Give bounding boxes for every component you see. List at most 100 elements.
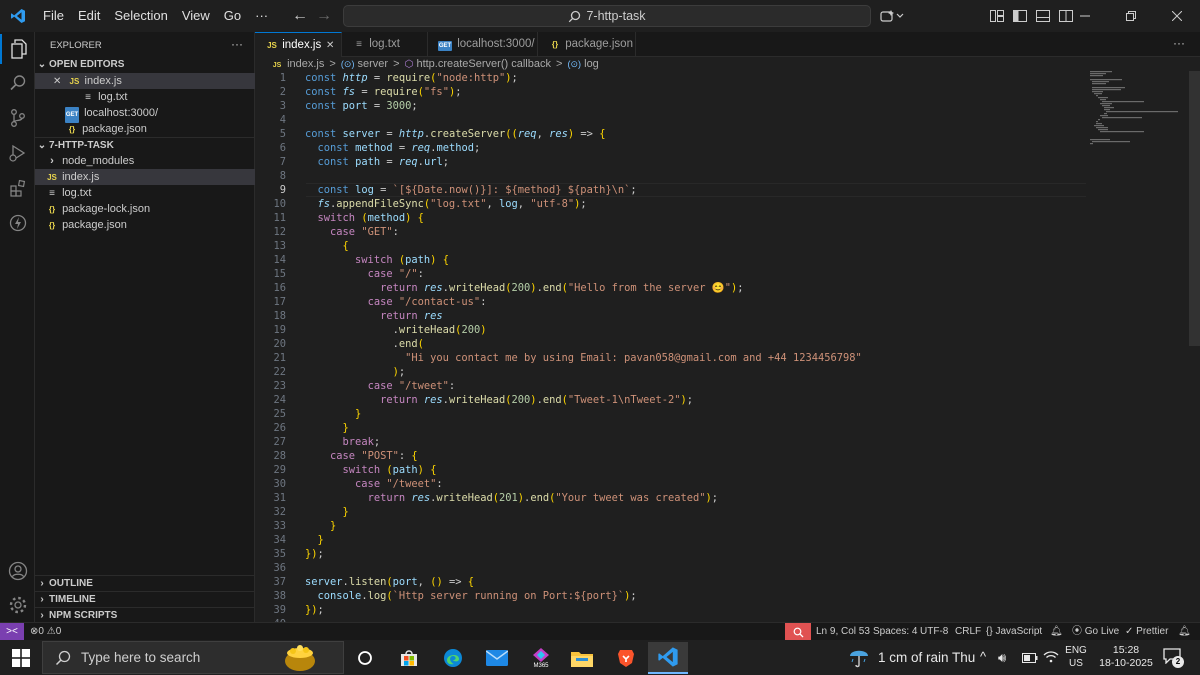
code-line[interactable]: 36 [255,561,1200,575]
code-line[interactable]: 26 } [255,421,1200,435]
file-package-json[interactable]: {} package.json [35,217,255,233]
code-line[interactable]: 31 return res.writeHead(201).end("Your t… [255,491,1200,505]
line-ending[interactable]: CRLF [955,623,981,641]
folder-node-modules[interactable]: › node_modules [35,153,255,169]
breadcrumb-file[interactable]: index.js [287,58,324,70]
code-text[interactable]: } [305,421,349,435]
breadcrumb-callback[interactable]: http.createServer() callback [416,58,551,70]
code-line[interactable]: 39}); [255,603,1200,617]
zoom-search-button[interactable] [785,623,811,641]
back-arrow-icon[interactable]: ← [288,7,312,25]
menu-file[interactable]: File [36,0,71,32]
tab-bar-more-button[interactable]: ··· [1173,36,1185,50]
forward-arrow-icon[interactable]: → [312,7,336,25]
language-mode[interactable]: {} JavaScript [986,623,1042,641]
file-index-js[interactable]: JS index.js [35,169,255,185]
code-line[interactable]: 12 case "GET": [255,225,1200,239]
minimize-button[interactable] [1062,0,1108,32]
code-line[interactable]: 38 console.log(`Http server running on P… [255,589,1200,603]
clock[interactable]: 15:28 18-10-2025 [1094,644,1158,670]
code-line[interactable]: 35}); [255,547,1200,561]
open-editor-item-localhost[interactable]: GET localhost:3000/ [35,105,255,123]
code-line[interactable]: 6 const method = req.method; [255,141,1200,155]
toggle-primary-sidebar-icon[interactable] [1013,10,1027,25]
battery-icon[interactable] [1022,652,1038,666]
notification-center-icon[interactable]: 2 [1163,648,1185,668]
windows-start-icon[interactable] [5,642,37,674]
code-text[interactable]: const port = 3000; [305,99,418,113]
code-text[interactable]: ); [305,365,406,379]
minimap[interactable] [1090,71,1185,146]
account-icon[interactable] [0,556,35,586]
open-editor-item-log-txt[interactable]: ≡ log.txt [35,89,255,105]
code-text[interactable]: return res.writeHead(200).end("Tweet-1\n… [305,393,693,407]
code-text[interactable]: const method = req.method; [305,141,481,155]
breadcrumb-log[interactable]: log [584,58,599,70]
code-line[interactable]: 8 [255,169,1200,183]
problems-indicator[interactable]: ⊗0 ⚠0 [30,623,61,641]
command-center-search[interactable]: 7-http-task [343,5,871,27]
code-line[interactable]: 29 switch (path) { [255,463,1200,477]
code-text[interactable]: console.log(`Http server running on Port… [305,589,637,603]
restore-button[interactable] [1108,0,1154,32]
code-line[interactable]: 5 const server = http.createServer((req, … [255,127,1200,141]
open-editor-item-package-json[interactable]: {} package.json [35,121,255,137]
encoding[interactable]: UTF-8 [920,623,948,641]
wifi-icon[interactable] [1043,651,1059,666]
menu-go[interactable]: Go [217,0,248,32]
code-line[interactable]: 18 return res [255,309,1200,323]
taskbar-search-box[interactable]: Type here to search [42,641,344,674]
weather-text[interactable]: 1 cm of rain Thu [878,650,975,665]
code-text[interactable]: server.listen(port, () => { [305,575,474,589]
code-line[interactable]: 13 { [255,239,1200,253]
code-line[interactable]: 25 } [255,407,1200,421]
code-line[interactable]: 22 ); [255,365,1200,379]
npm-scripts-header[interactable]: › NPM SCRIPTS [35,607,255,623]
microsoft-store-icon[interactable] [393,642,425,674]
open-editor-item-index-js[interactable]: ✕ JS index.js [35,73,255,89]
code-editor[interactable]: 1 const http = require("node:http"); 2 cons… [255,71,1200,622]
code-text[interactable]: "Hi you contact me by using Email: pavan… [305,351,862,365]
code-line[interactable]: 2 const fs = require("fs"); [255,85,1200,99]
code-line[interactable]: 21 "Hi you contact me by using Email: pa… [255,351,1200,365]
code-text[interactable]: case "/": [305,267,424,281]
code-line[interactable]: 7 const path = req.url; [255,155,1200,169]
vscode-taskbar-icon[interactable] [648,642,688,674]
code-line[interactable]: 14 switch (path) { [255,253,1200,267]
file-explorer-icon[interactable] [566,642,598,674]
code-text[interactable]: case "/tweet": [305,477,443,491]
editor-scrollbar[interactable] [1189,71,1200,346]
code-line[interactable]: 37 server.listen(port, () => { [255,575,1200,589]
weather-rain-icon[interactable] [848,646,870,671]
code-line[interactable]: 23 case "/tweet": [255,379,1200,393]
task-view-icon[interactable] [349,642,381,674]
run-and-debug-icon[interactable] [0,138,35,168]
explorer-more-button[interactable]: ··· [231,36,251,52]
code-text[interactable]: case "/contact-us": [305,295,487,309]
menu-edit[interactable]: Edit [71,0,107,32]
tab-localhost[interactable]: GET localhost:3000/ [428,32,538,57]
code-text[interactable]: } [305,505,349,519]
code-text[interactable]: switch (method) { [305,211,424,225]
code-line[interactable]: 16 return res.writeHead(200).end("Hello … [255,281,1200,295]
code-text[interactable]: const path = req.url; [305,155,449,169]
code-line[interactable]: 10 fs.appendFileSync("log.txt", log, "ut… [255,197,1200,211]
code-line[interactable]: 3 const port = 3000; [255,99,1200,113]
code-text[interactable]: } [305,519,336,533]
code-line[interactable]: 27 break; [255,435,1200,449]
tab-package-json[interactable]: {} package.json [538,32,636,57]
code-text[interactable]: const http = require("node:http"); [305,71,518,85]
code-text[interactable]: return res.writeHead(201).end("Your twee… [305,491,718,505]
mail-icon[interactable] [481,642,513,674]
timeline-header[interactable]: › TIMELINE [35,591,255,607]
file-package-lock-json[interactable]: {} package-lock.json [35,201,255,217]
code-line[interactable]: 20 .end( [255,337,1200,351]
volume-icon[interactable]: 🔊︎ [998,650,1006,666]
microsoft-365-icon[interactable]: M365 [525,642,557,674]
code-text[interactable]: switch (path) { [305,463,437,477]
menu-more[interactable]: ··· [248,0,275,32]
close-editor-icon[interactable]: ✕ [53,76,61,87]
code-text[interactable]: const fs = require("fs"); [305,85,461,99]
go-live-button[interactable]: ⦿ Go Live [1072,623,1119,641]
code-line[interactable]: 19 .writeHead(200) [255,323,1200,337]
